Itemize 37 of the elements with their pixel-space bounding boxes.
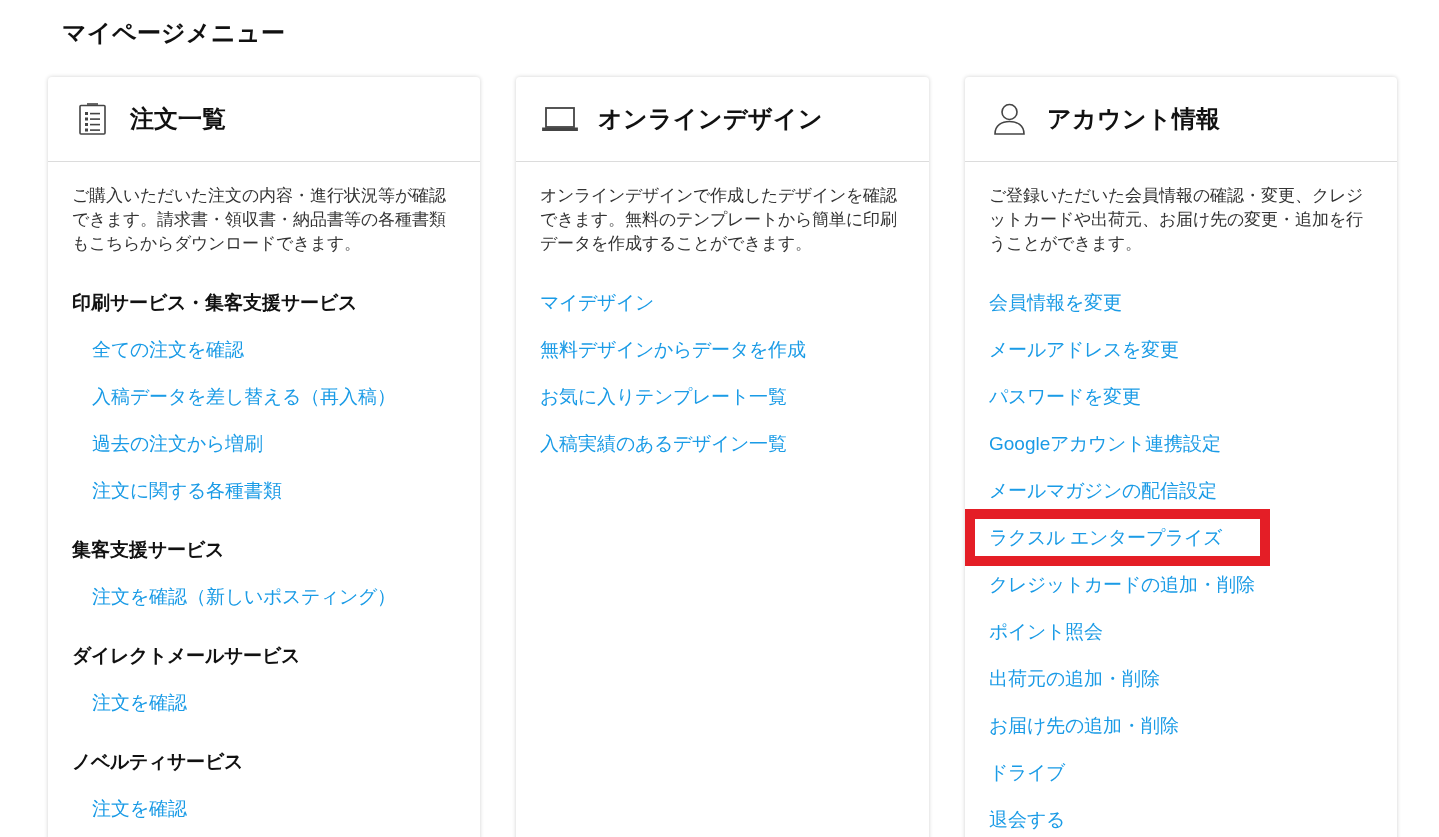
menu-link[interactable]: メールアドレスを変更 xyxy=(989,336,1179,363)
menu-link[interactable]: クレジットカードの追加・削除 xyxy=(989,571,1255,598)
menu-link[interactable]: 注文を確認 xyxy=(92,689,187,716)
menu-link[interactable]: パスワードを変更 xyxy=(989,383,1141,410)
menu-link[interactable]: 無料デザインからデータを作成 xyxy=(540,336,806,363)
card-description: オンラインデザインで作成したデザインを確認できます。無料のテンプレートから簡単に印刷データを作成することができます。 xyxy=(540,185,898,255)
menu-link[interactable]: メールマガジンの配信設定 xyxy=(989,477,1217,504)
card-title: アカウント情報 xyxy=(1047,104,1220,134)
section-heading: ノベルティサービス xyxy=(72,749,243,774)
menu-link[interactable]: ドライブ xyxy=(989,759,1065,786)
card-description: ご登録いただいた会員情報の確認・変更、クレジットカードや出荷元、お届け先の変更・追加を行うことができます。 xyxy=(989,185,1364,255)
person-icon xyxy=(993,103,1025,135)
menu-link[interactable]: 注文を確認 xyxy=(92,795,187,822)
page-title: マイページメニュー xyxy=(62,18,285,48)
menu-link[interactable]: 退会する xyxy=(989,806,1065,833)
menu-link[interactable]: 入稿実績のあるデザイン一覧 xyxy=(540,430,787,457)
section-heading: ダイレクトメールサービス xyxy=(72,643,300,668)
menu-link[interactable]: 会員情報を変更 xyxy=(989,289,1122,316)
card-title: オンラインデザイン xyxy=(598,104,823,134)
section-heading: 印刷サービス・集客支援サービス xyxy=(72,290,357,315)
menu-link[interactable]: お気に入りテンプレート一覧 xyxy=(540,383,787,410)
menu-link[interactable]: お届け先の追加・削除 xyxy=(989,712,1179,739)
menu-link[interactable]: 注文を確認（新しいポスティング） xyxy=(92,583,396,610)
menu-link[interactable]: マイデザイン xyxy=(540,289,654,316)
laptop-icon xyxy=(542,107,578,131)
section-heading: 集客支援サービス xyxy=(72,537,224,562)
menu-link[interactable]: 注文に関する各種書類 xyxy=(92,477,282,504)
menu-link[interactable]: Googleアカウント連携設定 xyxy=(989,430,1222,457)
card-description: ご購入いただいた注文の内容・進行状況等が確認できます。請求書・領収書・納品書等の各種書類もこちらからダウンロードできます。 xyxy=(72,185,447,255)
menu-link[interactable]: 全ての注文を確認 xyxy=(92,336,244,363)
menu-link[interactable]: 過去の注文から増刷 xyxy=(92,430,263,457)
card-title: 注文一覧 xyxy=(130,104,226,134)
menu-link[interactable]: ラクスル エンタープライズ xyxy=(989,524,1223,551)
menu-link[interactable]: ポイント照会 xyxy=(989,618,1103,645)
menu-link[interactable]: 入稿データを差し替える（再入稿） xyxy=(92,383,396,410)
menu-link[interactable]: 出荷元の追加・削除 xyxy=(989,665,1160,692)
clipboard-list-icon xyxy=(78,103,106,135)
